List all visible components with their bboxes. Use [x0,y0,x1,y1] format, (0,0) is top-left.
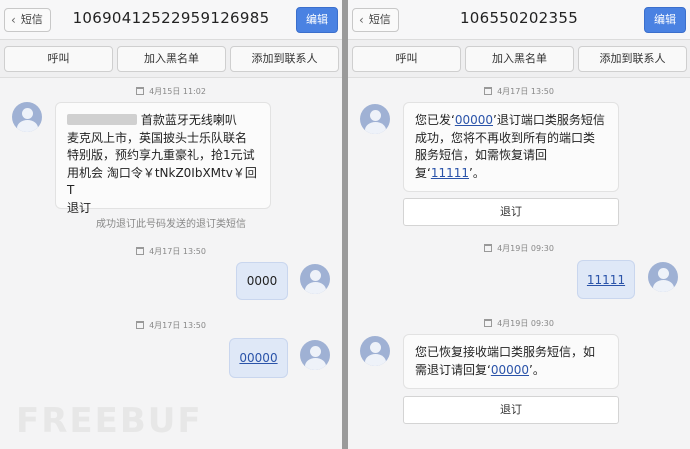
calendar-icon [136,87,145,95]
timestamp: 4月19日 09:30 [348,243,690,254]
top-bar: ‹ 短信 10690412522959126985 编辑 [0,0,342,40]
unsubscribe-button[interactable]: 退订 [403,396,619,424]
message-link[interactable]: 11111 [431,166,469,180]
message-link[interactable]: 00000 [491,363,529,377]
redacted-text [67,114,137,125]
blacklist-button[interactable]: 加入黑名单 [117,46,226,72]
avatar [300,340,330,370]
calendar-icon [136,247,145,255]
message-bubble-incoming: 您已恢复接收端口类服务短信，如 需退订请回复‘00000’。 [403,334,619,389]
unsubscribe-button[interactable]: 退订 [403,198,619,226]
add-contact-button[interactable]: 添加到联系人 [230,46,339,72]
avatar [648,262,678,292]
add-contact-button[interactable]: 添加到联系人 [578,46,687,72]
action-bar: 呼叫 加入黑名单 添加到联系人 [348,40,690,78]
message-link[interactable]: 11111 [587,273,625,287]
unsubscribe-status-note: 成功退订此号码发送的退订类短信 [96,219,246,230]
message-link[interactable]: 00000 [455,113,493,127]
timestamp: 4月17日 13:50 [0,320,342,331]
message-bubble-incoming: 您已发‘00000’退订端口类服务短信 成功，您将不再收到所有的端口类 服务短信… [403,102,619,192]
left-conversation-panel: ‹ 短信 10690412522959126985 编辑 呼叫 加入黑名单 添加… [0,0,342,449]
calendar-icon [136,321,145,329]
calendar-icon [484,319,493,327]
blacklist-button[interactable]: 加入黑名单 [465,46,574,72]
chevron-left-icon: ‹ [359,13,364,27]
message-bubble-incoming: 首款蓝牙无线喇叭 麦克风上市，英国披头士乐队联名 特别版，预约享九重豪礼，抢1元… [55,102,271,215]
top-bar: ‹ 短信 106550202355 编辑 [348,0,690,40]
calendar-icon [484,87,493,95]
message-bubble-outgoing: 0000 [236,262,288,300]
conversation-title: 10690412522959126985 [72,9,270,27]
timestamp: 4月17日 13:50 [0,246,342,257]
avatar [300,264,330,294]
avatar [360,336,390,366]
avatar [360,104,390,134]
chevron-left-icon: ‹ [11,13,16,27]
message-bubble-outgoing: 00000 [229,338,288,378]
timestamp: 4月17日 13:50 [348,86,690,97]
edit-button[interactable]: 编辑 [644,7,686,33]
edit-button[interactable]: 编辑 [296,7,338,33]
call-button[interactable]: 呼叫 [352,46,461,72]
avatar [12,102,42,132]
message-link[interactable]: 00000 [239,351,277,365]
calendar-icon [484,244,493,252]
conversation-title: 106550202355 [459,9,579,27]
timestamp: 4月15日 11:02 [0,86,342,97]
timestamp: 4月19日 09:30 [348,318,690,329]
call-button[interactable]: 呼叫 [4,46,113,72]
action-bar: 呼叫 加入黑名单 添加到联系人 [0,40,342,78]
message-bubble-outgoing: 11111 [577,260,635,299]
right-conversation-panel: ‹ 短信 106550202355 编辑 呼叫 加入黑名单 添加到联系人 4月1… [348,0,690,449]
watermark-logo: FREEBUF [16,401,203,441]
